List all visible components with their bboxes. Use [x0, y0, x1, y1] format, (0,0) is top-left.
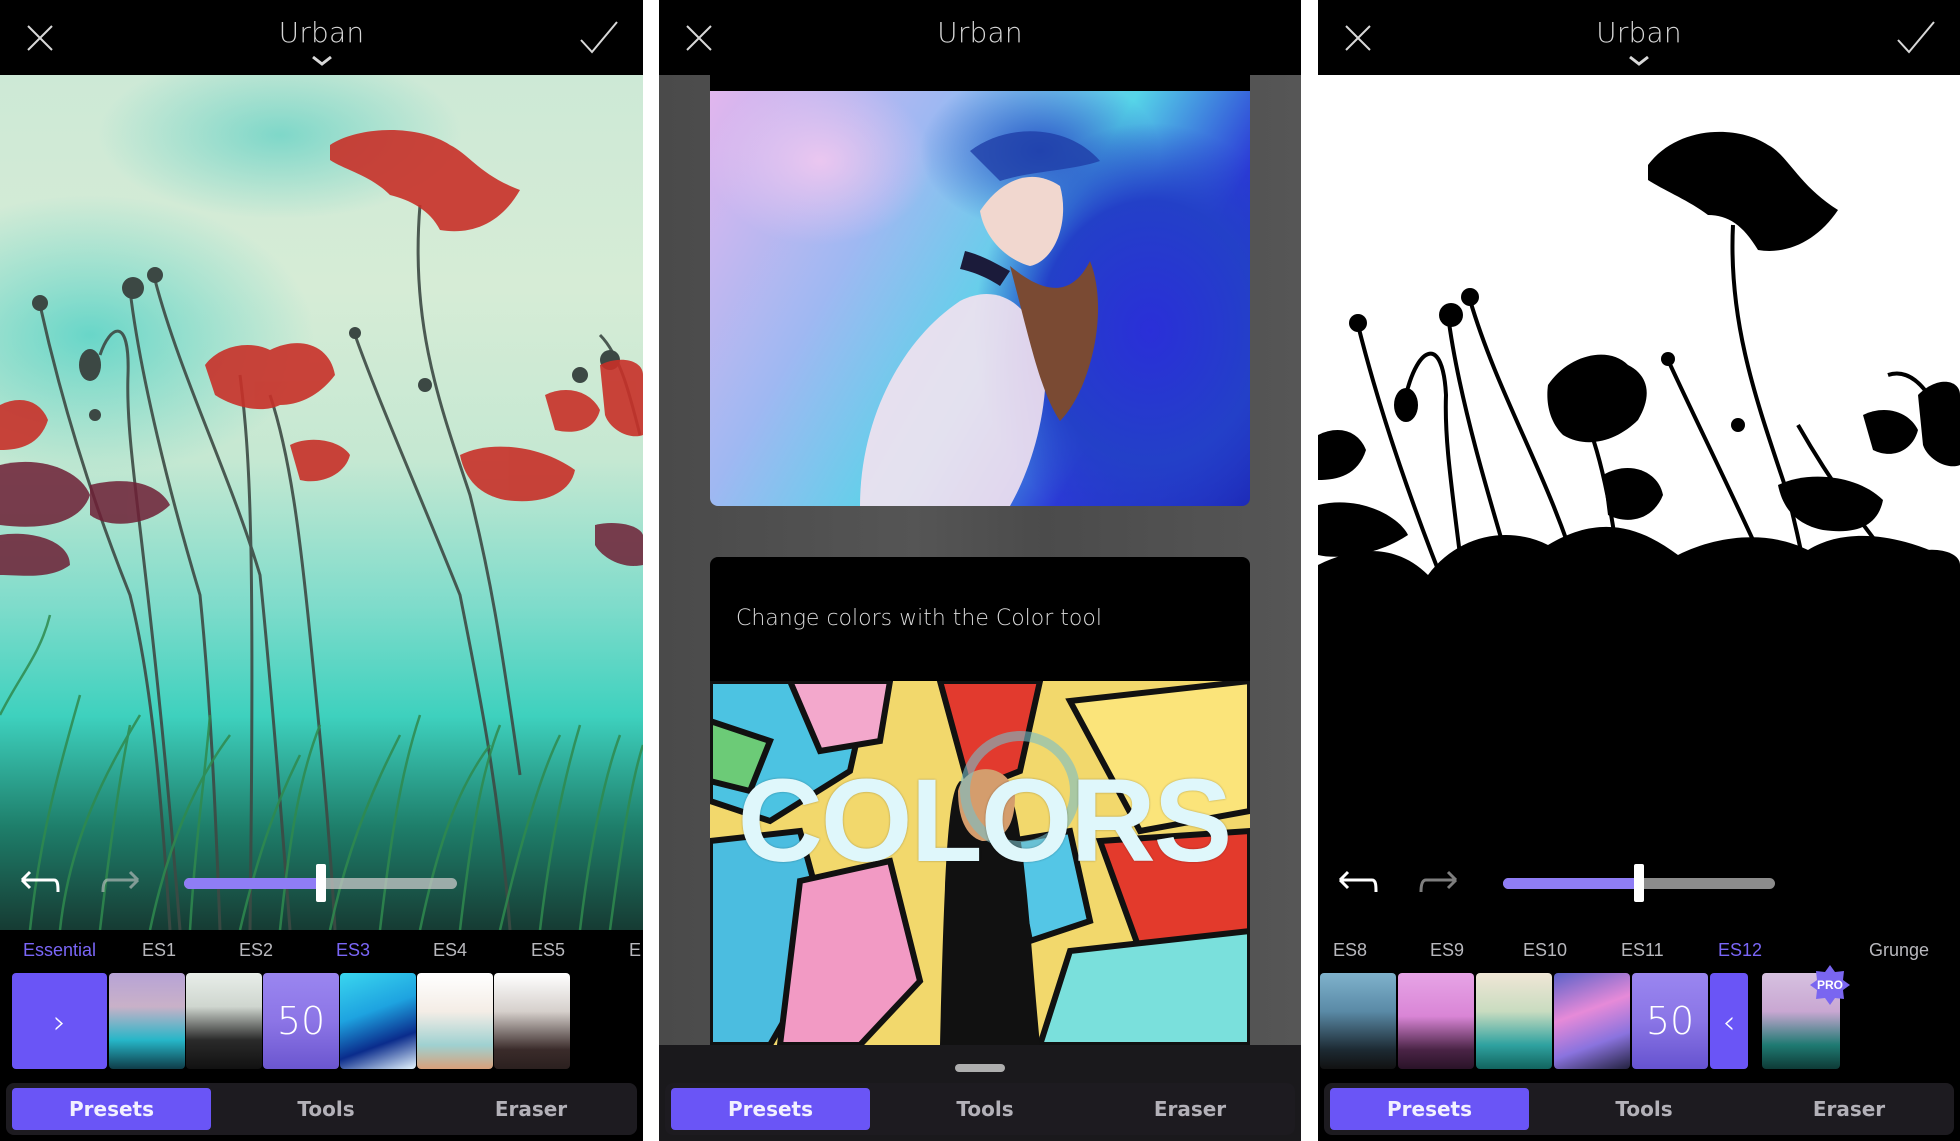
checkmark-icon[interactable] — [1896, 20, 1936, 54]
bottom-tab-bar: Presets Tools Eraser — [6, 1083, 637, 1135]
top-bar: Urban — [1318, 0, 1960, 75]
slider-fill — [184, 878, 321, 889]
preset-label-es5[interactable]: ES5 — [531, 940, 565, 961]
sheet-grabber-handle[interactable] — [955, 1064, 1005, 1072]
tab-presets[interactable]: Presets — [1330, 1088, 1529, 1130]
undo-icon[interactable] — [1336, 868, 1378, 898]
tab-eraser[interactable]: Eraser — [426, 1088, 636, 1130]
undo-icon[interactable] — [18, 868, 60, 898]
preset-label-grunge[interactable]: Grunge — [1869, 940, 1929, 961]
tip-caption: Change colors with the Color tool — [736, 606, 1102, 631]
preset-thumb-es12-selected[interactable]: 50 — [1632, 973, 1708, 1069]
poppy-photo — [0, 130, 643, 930]
bottom-tab-bar: Presets Tools Eraser — [1324, 1083, 1954, 1135]
editor-screen-silhouette-preset: Urban ES8 ES9 ES10 ES11 ES12 Grunge 50 ‹… — [1318, 0, 1960, 1141]
colors-overlay-text: COLORS — [737, 755, 1233, 887]
tab-presets[interactable]: Presets — [12, 1088, 211, 1130]
preset-thumb-es10[interactable] — [1476, 973, 1552, 1069]
tip-card-image-colors: COLORS — [710, 681, 1250, 1045]
preset-thumb-es2[interactable] — [186, 973, 262, 1069]
preset-thumb-es9[interactable] — [1398, 973, 1474, 1069]
bottom-tab-bar: Presets Tools Eraser — [665, 1083, 1295, 1135]
top-bar: Urban — [0, 0, 643, 75]
pro-badge: PRO — [1810, 965, 1850, 1005]
preset-thumbnails: › 50 — [0, 973, 643, 1073]
chevron-down-icon[interactable] — [311, 55, 333, 67]
preset-label-es8[interactable]: ES8 — [1333, 940, 1367, 961]
filter-pack-title: Urban — [937, 16, 1023, 49]
preset-label-es10[interactable]: ES10 — [1523, 940, 1567, 961]
tip-card-image-urban-portrait[interactable] — [710, 91, 1250, 506]
tab-tools[interactable]: Tools — [885, 1088, 1085, 1130]
card-top-edge — [710, 75, 1250, 91]
preset-label-es12[interactable]: ES12 — [1718, 940, 1762, 961]
preset-label-es4[interactable]: ES4 — [433, 940, 467, 961]
preset-category-essential[interactable]: Essential — [23, 940, 96, 961]
chevron-down-icon[interactable] — [1628, 55, 1650, 67]
preset-thumb-es4[interactable] — [340, 973, 416, 1069]
poppy-silhouette-photo — [1318, 75, 1960, 930]
editor-screen-tips: Urban Change colors with the Color tool — [659, 0, 1301, 1141]
intensity-slider[interactable] — [1503, 864, 1775, 902]
preset-thumb-es5[interactable] — [417, 973, 493, 1069]
tip-card[interactable]: Change colors with the Color tool COLORS — [710, 557, 1250, 1045]
preset-thumb-es6[interactable] — [494, 973, 570, 1069]
preset-thumb-es3-selected[interactable]: 50 — [263, 973, 339, 1069]
slider-thumb[interactable] — [315, 864, 326, 902]
preset-label-es11[interactable]: ES11 — [1621, 940, 1664, 961]
portrait-illustration — [860, 131, 1100, 506]
tab-tools[interactable]: Tools — [226, 1088, 426, 1130]
collapse-presets-button[interactable]: ‹ — [1710, 973, 1748, 1069]
tab-tools[interactable]: Tools — [1544, 1088, 1744, 1130]
expand-presets-button[interactable]: › — [12, 973, 107, 1069]
preset-label-es1[interactable]: ES1 — [142, 940, 176, 961]
slider-fill — [1503, 878, 1639, 889]
preset-intensity-value: 50 — [276, 999, 326, 1043]
preset-thumbnails: 50 ‹ PRO — [1318, 965, 1960, 1073]
top-bar: Urban — [659, 0, 1301, 75]
slider-thumb[interactable] — [1634, 864, 1644, 902]
filter-pack-title[interactable]: Urban — [0, 16, 643, 49]
preset-label-es3[interactable]: ES3 — [336, 940, 370, 961]
preset-intensity-value: 50 — [1645, 999, 1695, 1043]
tab-eraser[interactable]: Eraser — [1085, 1088, 1295, 1130]
preset-labels: ES8 ES9 ES10 ES11 ES12 Grunge — [1318, 930, 1960, 975]
chevron-left-icon: ‹ — [1722, 1003, 1736, 1041]
filter-pack-title[interactable]: Urban — [1318, 16, 1960, 49]
checkmark-icon[interactable] — [579, 20, 619, 54]
pro-badge-label: PRO — [1816, 978, 1843, 992]
intensity-slider[interactable] — [184, 864, 457, 902]
tab-eraser[interactable]: Eraser — [1744, 1088, 1954, 1130]
preset-labels: Essential ES1 ES2 ES3 ES4 ES5 E — [0, 930, 643, 975]
preset-label-es9[interactable]: ES9 — [1430, 940, 1464, 961]
preset-thumb-es1[interactable] — [109, 973, 185, 1069]
editor-screen-color-preset: Urban Essential ES1 ES2 ES3 ES4 ES5 E › … — [0, 0, 643, 1141]
preset-thumb-es11[interactable] — [1554, 973, 1630, 1069]
redo-icon[interactable] — [1418, 868, 1460, 898]
photo-canvas[interactable] — [1318, 75, 1960, 930]
photo-canvas[interactable] — [0, 75, 643, 930]
tab-presets[interactable]: Presets — [671, 1088, 870, 1130]
chevron-right-icon: › — [53, 1003, 66, 1041]
preset-label-partial[interactable]: E — [629, 940, 641, 961]
redo-icon[interactable] — [100, 868, 142, 898]
preset-thumb-es8[interactable] — [1320, 973, 1396, 1069]
preset-label-es2[interactable]: ES2 — [239, 940, 273, 961]
